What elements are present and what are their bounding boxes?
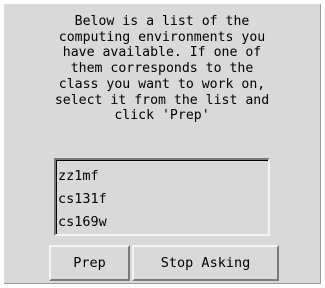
- environment-listbox[interactable]: zz1mf cs131f cs169w: [54, 158, 270, 236]
- message-line: Below is a list of the: [74, 14, 250, 29]
- stop-asking-button[interactable]: Stop Asking: [132, 245, 279, 281]
- listbox-content: zz1mf cs131f cs169w: [56, 160, 268, 234]
- environment-item-zz1mf[interactable]: zz1mf: [58, 165, 268, 188]
- environment-item-cs131f[interactable]: cs131f: [58, 188, 268, 211]
- message-line: select it from the list and: [54, 92, 270, 108]
- message-line: computing environments you: [58, 29, 266, 45]
- prep-dialog-window: Below is a list of the computing environ…: [0, 0, 325, 288]
- prep-button[interactable]: Prep: [49, 245, 130, 281]
- message-line: have available. If one of: [62, 45, 262, 61]
- message-line: click 'Prep': [114, 108, 210, 124]
- dialog-panel: Below is a list of the computing environ…: [4, 4, 321, 284]
- instruction-message: Below is a list of the computing environ…: [4, 14, 320, 124]
- message-line: them corresponds to the: [70, 61, 254, 77]
- message-line: class you want to work on,: [58, 76, 266, 92]
- environment-item-cs169w[interactable]: cs169w: [58, 211, 268, 234]
